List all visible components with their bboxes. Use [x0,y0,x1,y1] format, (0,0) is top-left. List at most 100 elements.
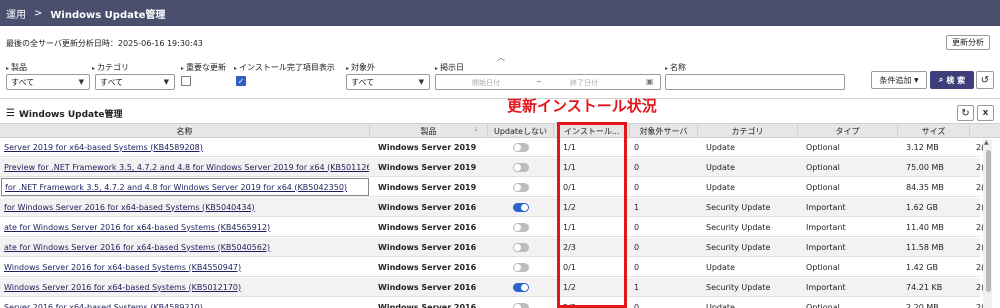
no-update-toggle[interactable] [513,202,529,212]
breadcrumb-root[interactable]: 運用 [6,6,26,21]
no-update-toggle[interactable] [513,222,529,232]
no-update-cell [488,258,554,276]
size-cell: 75.00 MB [906,162,944,172]
target-select[interactable]: すべて ▼ [346,74,430,90]
excluded-servers-cell: 0 [634,302,640,308]
filter-installed-label: ▸ インストール完了項目表示 [234,63,335,72]
category-cell: Security Update [706,242,771,252]
table-row[interactable]: Server 2019 for x64-based Systems (KB458… [0,138,984,157]
no-update-toggle[interactable] [513,262,529,272]
update-name-link[interactable]: for .NET Framework 3.5, 4.7.2 and 4.8 fo… [1,178,369,196]
no-update-toggle[interactable] [513,242,529,252]
excluded-servers-cell: 0 [634,222,640,232]
update-name-link[interactable]: Windows Server 2016 for x64-based System… [4,258,369,276]
chevron-down-icon: ▼ [163,78,169,86]
col-no-update[interactable]: Updateしない [488,124,554,138]
excluded-servers-cell: 0 [634,242,640,252]
col-size[interactable]: サイズ [898,124,970,138]
triangle-icon: ▸ [181,65,185,72]
excluded-servers-cell: 1 [634,282,640,292]
table-row[interactable]: Preview for .NET Framework 3.5, 4.7.2 an… [0,158,984,177]
category-cell: Security Update [706,202,771,212]
reanalyze-button[interactable]: 更新分析 [946,35,990,50]
calendar-icon[interactable]: ▣ [646,77,654,86]
update-name-link[interactable]: Server 2016 for x64-based Systems (KB458… [4,298,369,308]
product-cell: Windows Server 2016 [378,202,477,212]
scroll-up-icon[interactable]: ▲ [984,139,989,146]
update-name-link[interactable]: ate for Windows Server 2016 for x64-base… [4,218,369,236]
update-name-link[interactable]: Windows Server 2016 for x64-based System… [4,278,369,296]
last-analysis-time: 最後の全サーバ更新分析日時：2025-06-16 19:30:43 [6,39,203,48]
important-update-checkbox[interactable] [181,76,191,86]
col-type[interactable]: タイプ [798,124,898,138]
triangle-icon: ▸ [346,65,350,72]
product-select[interactable]: すべて ▼ [6,74,90,90]
no-update-toggle[interactable] [513,162,529,172]
size-cell: 84.35 MB [906,182,944,192]
collapse-filters-icon[interactable]: ︿ [497,52,505,63]
scrollbar-thumb[interactable] [986,150,991,292]
type-cell: Optional [806,142,840,152]
sort-icon[interactable]: ↓ [473,125,479,133]
no-update-cell [488,158,554,176]
table-row[interactable]: Windows Server 2016 for x64-based System… [0,278,984,297]
size-cell: 2.20 MB [906,302,939,308]
type-cell: Optional [806,302,840,308]
category-select[interactable]: すべて ▼ [95,74,175,90]
col-extra [970,124,1000,138]
excluded-servers-cell: 0 [634,182,640,192]
reset-icon[interactable]: ↺ [976,71,994,89]
table-row[interactable]: Windows Server 2016 for x64-based System… [0,258,984,277]
no-update-toggle[interactable] [513,282,529,292]
product-cell: Windows Server 2019 [378,182,477,192]
no-update-cell [488,238,554,256]
category-cell: Update [706,142,735,152]
triangle-icon: ▸ [435,65,439,72]
product-cell: Windows Server 2016 [378,242,477,252]
excluded-servers-cell: 1 [634,202,640,212]
date-range-separator: ~ [536,78,542,86]
type-cell: Important [806,222,846,232]
update-name-link[interactable]: Preview for .NET Framework 3.5, 4.7.2 an… [4,158,369,176]
size-cell: 3.12 MB [906,142,939,152]
start-date-input[interactable]: 開始日付 [472,78,500,88]
no-update-toggle[interactable] [513,142,529,152]
category-cell: Security Update [706,222,771,232]
category-cell: Update [706,182,735,192]
col-excluded-servers[interactable]: 対象外サーバ [630,124,698,138]
col-category[interactable]: カテゴリ [698,124,798,138]
search-icon: ⌕ [938,75,944,84]
chevron-down-icon: ▼ [78,78,84,86]
table-row[interactable]: for .NET Framework 3.5, 4.7.2 and 4.8 fo… [0,178,984,197]
triangle-icon: ▸ [92,65,96,72]
table-row[interactable]: ate for Windows Server 2016 for x64-base… [0,218,984,237]
update-name-link[interactable]: for Windows Server 2016 for x64-based Sy… [4,198,369,216]
no-update-toggle[interactable] [513,302,529,308]
type-cell: Important [806,242,846,252]
update-name-link[interactable]: ate for Windows Server 2016 for x64-base… [4,238,369,256]
filter-product-label: ▸ 製品 [6,63,28,72]
product-cell: Windows Server 2016 [378,262,477,272]
col-product[interactable]: 製品 ↓ [370,124,488,138]
refresh-icon[interactable]: ↻ [957,105,974,121]
table-row[interactable]: for Windows Server 2016 for x64-based Sy… [0,198,984,217]
no-update-cell [488,218,554,236]
type-cell: Optional [806,262,840,272]
update-name-link[interactable]: Server 2019 for x64-based Systems (KB458… [4,138,369,156]
table-row[interactable]: ate for Windows Server 2016 for x64-base… [0,238,984,257]
name-search-input[interactable] [665,74,845,90]
filter-category-label: ▸ カテゴリ [92,63,130,72]
col-name[interactable]: 名称 [0,124,370,138]
table-row[interactable]: Server 2016 for x64-based Systems (KB458… [0,298,984,308]
show-installed-checkbox[interactable]: ✓ [236,76,246,86]
search-button[interactable]: ⌕ 検 索 [930,71,974,89]
type-cell: Optional [806,182,840,192]
end-date-input[interactable]: 終了日付 [570,78,598,88]
triangle-icon: ▸ [6,65,10,72]
add-condition-button[interactable]: 条件追加 ▼ [871,71,927,89]
no-update-toggle[interactable] [513,182,529,192]
size-cell: 1.62 GB [906,202,939,212]
category-cell: Update [706,302,735,308]
excel-export-icon[interactable]: X [977,105,994,121]
posted-date-range[interactable]: 開始日付 ~ 終了日付 ▣ [435,74,661,90]
